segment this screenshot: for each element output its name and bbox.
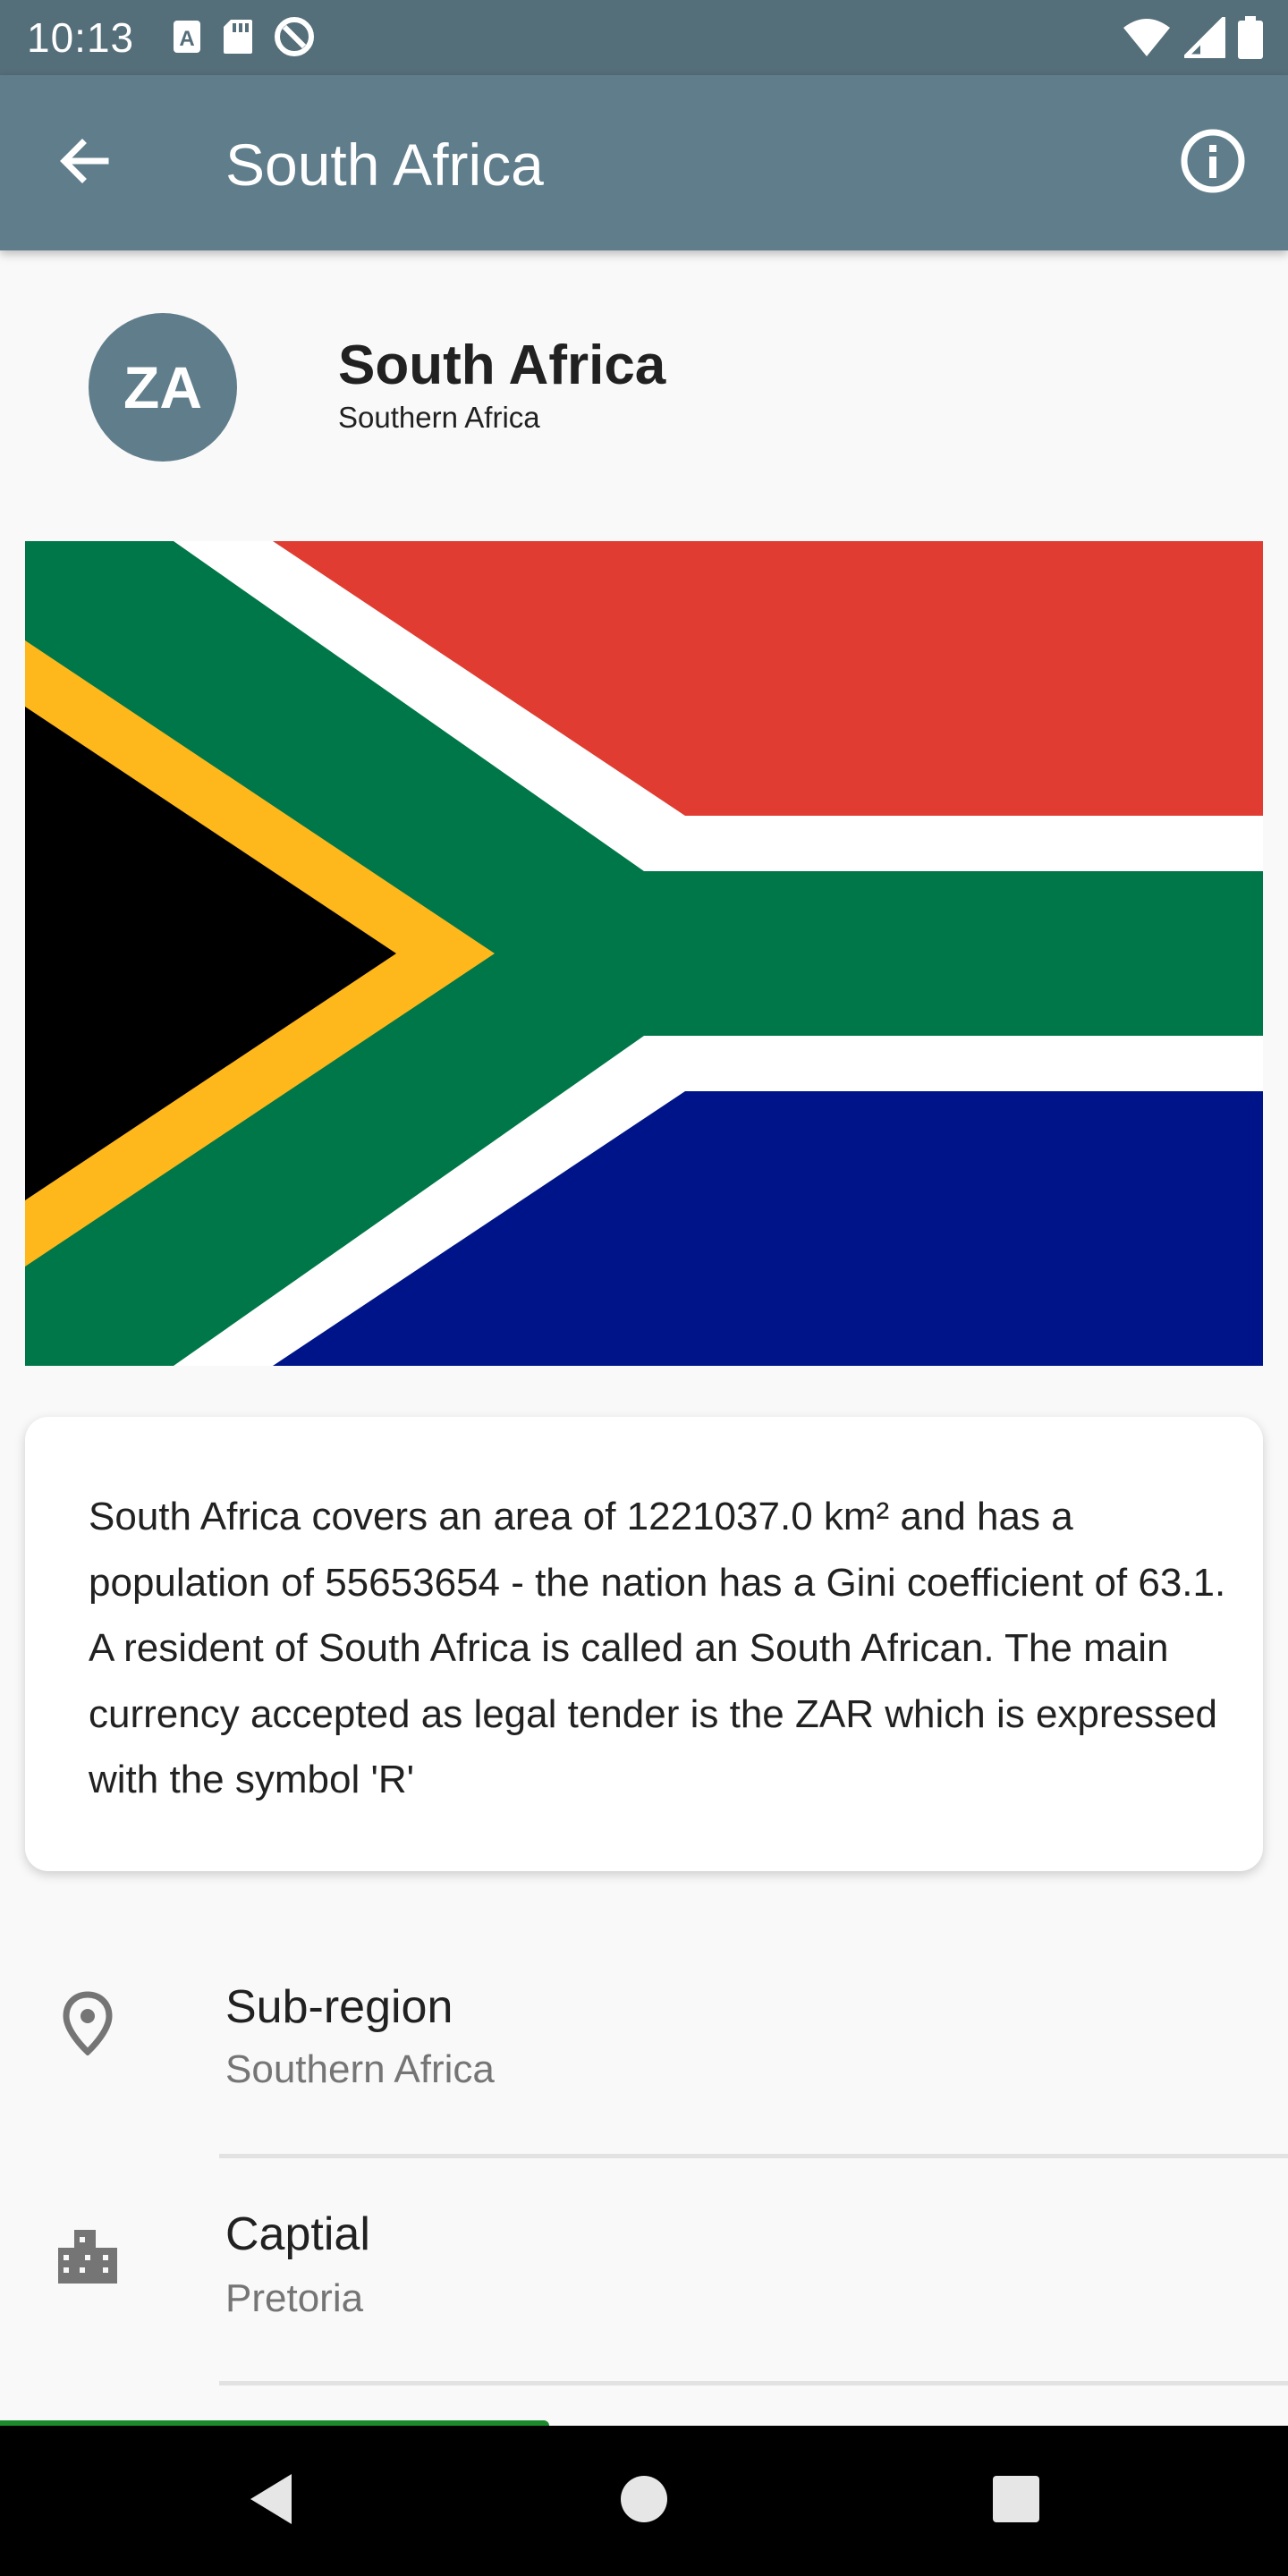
description-card: South Africa covers an area of 1221037.0…: [25, 1417, 1263, 1871]
arrow-back-icon: [55, 132, 113, 194]
wifi-icon: [1122, 17, 1172, 63]
nav-recents-button[interactable]: [980, 2465, 1052, 2537]
do-not-disturb-icon: [274, 16, 315, 62]
divider: [219, 2154, 1288, 2158]
description-text: South Africa covers an area of 1221037.0…: [89, 1495, 1226, 1801]
info-icon: [1179, 127, 1247, 199]
status-time: 10:13: [27, 14, 135, 61]
cellular-signal-icon: [1183, 16, 1226, 63]
flag-image: [25, 541, 1263, 1366]
row-value: Pretoria: [225, 2276, 364, 2320]
info-button[interactable]: [1172, 122, 1254, 204]
page-title: South Africa: [225, 131, 544, 198]
text-notification-icon: A: [172, 19, 202, 59]
app-bar: South Africa: [0, 75, 1288, 250]
row-title: Captial: [225, 2208, 370, 2260]
status-notification-icons: A: [172, 16, 315, 62]
country-region: Southern Africa: [338, 401, 540, 434]
battery-icon: [1238, 16, 1263, 64]
navigation-bar: [0, 2426, 1288, 2576]
back-triangle-icon: [243, 2470, 297, 2532]
country-name: South Africa: [338, 335, 666, 396]
status-bar: 10:13 A: [0, 0, 1288, 75]
row-value: Southern Africa: [225, 2047, 495, 2091]
nav-back-button[interactable]: [234, 2465, 306, 2537]
svg-text:A: A: [179, 27, 194, 51]
recents-square-icon: [992, 2475, 1040, 2528]
home-circle-icon: [619, 2474, 669, 2529]
location-pin-icon: [54, 1989, 122, 2057]
row-title: Sub-region: [225, 1981, 453, 2033]
sd-card-icon: [222, 18, 254, 60]
status-system-icons: [1122, 16, 1263, 64]
divider: [219, 2381, 1288, 2385]
avatar: ZA: [89, 313, 237, 462]
nav-home-button[interactable]: [608, 2465, 680, 2537]
city-icon: [54, 2222, 122, 2290]
back-button[interactable]: [45, 123, 123, 202]
